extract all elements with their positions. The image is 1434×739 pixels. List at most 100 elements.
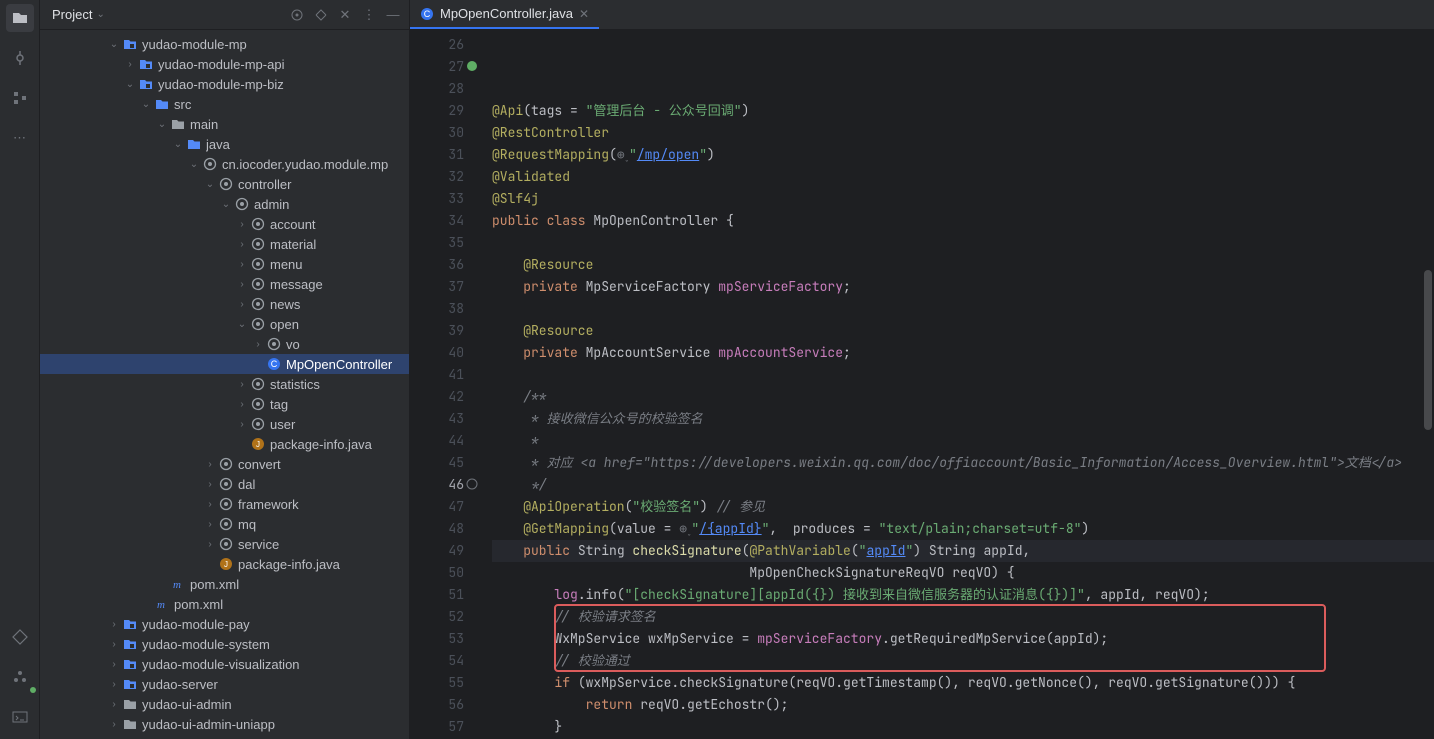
code-line[interactable]: WxMpService wxMpService = mpServiceFacto… (492, 628, 1434, 650)
code-line[interactable]: return reqVO.getEchostr(); (492, 694, 1434, 716)
code-line[interactable]: @RequestMapping(⊕˯"/mp/open") (492, 144, 1434, 166)
tree-item[interactable]: ⌄admin (40, 194, 409, 214)
tree-item[interactable]: CMpOpenController (40, 354, 409, 374)
code-line[interactable]: * (492, 430, 1434, 452)
code-line[interactable]: @Api(tags = "管理后台 - 公众号回调") (492, 100, 1434, 122)
tree-label: material (270, 237, 401, 252)
svg-text:J: J (224, 560, 228, 569)
collapse-icon[interactable]: ✕ (337, 7, 353, 23)
code-line[interactable]: */ (492, 474, 1434, 496)
tree-label: framework (238, 497, 401, 512)
code-line[interactable]: @ApiOperation("校验签名") // 参见 (492, 496, 1434, 518)
run-icon[interactable] (6, 623, 34, 651)
tree-item[interactable]: ›news (40, 294, 409, 314)
tree-label: main (190, 117, 401, 132)
terminal-icon[interactable] (6, 703, 34, 731)
code-line[interactable]: private MpAccountService mpAccountServic… (492, 342, 1434, 364)
tree-item[interactable]: ›yudao-module-pay (40, 614, 409, 634)
minimize-icon[interactable]: — (385, 7, 401, 23)
project-header: Project ⌄ ✕ ⋮ — (40, 0, 409, 30)
folder-icon (170, 116, 186, 132)
tree-item[interactable]: ›service (40, 534, 409, 554)
tree-item[interactable]: ›yudao-module-system (40, 634, 409, 654)
scrollbar[interactable] (1424, 270, 1432, 430)
code-content[interactable]: @Api(tags = "管理后台 - 公众号回调")@RestControll… (472, 30, 1434, 739)
code-line[interactable]: // 校验请求签名 (492, 606, 1434, 628)
tree-item[interactable]: Jpackage-info.java (40, 554, 409, 574)
tree-item[interactable]: ⌄open (40, 314, 409, 334)
tree-label: admin (254, 197, 401, 212)
services-icon[interactable] (6, 663, 34, 691)
code-line[interactable]: // 校验通过 (492, 650, 1434, 672)
tree-item[interactable]: ›yudao-ui-admin (40, 694, 409, 714)
commit-tool-icon[interactable] (6, 44, 34, 72)
tree-item[interactable]: ›statistics (40, 374, 409, 394)
tree-label: yudao-module-visualization (142, 657, 401, 672)
more-tool-icon[interactable]: ⋯ (6, 124, 34, 152)
code-line[interactable] (492, 232, 1434, 254)
tree-item[interactable]: mpom.xml (40, 574, 409, 594)
class-icon: C (420, 7, 434, 21)
tree-item[interactable]: ›yudao-module-mp-api (40, 54, 409, 74)
tree-item[interactable]: ›mq (40, 514, 409, 534)
code-line[interactable]: public class MpOpenController { (492, 210, 1434, 232)
tree-item[interactable]: ›message (40, 274, 409, 294)
svg-text:m: m (173, 579, 181, 591)
pkg-icon (250, 416, 266, 432)
code-line[interactable]: private MpServiceFactory mpServiceFactor… (492, 276, 1434, 298)
more-vert-icon[interactable]: ⋮ (361, 7, 377, 23)
tree-item[interactable]: ⌄java (40, 134, 409, 154)
tree-item[interactable]: ›tag (40, 394, 409, 414)
code-line[interactable]: /** (492, 386, 1434, 408)
tab-mpopencontroller[interactable]: C MpOpenController.java ✕ (410, 0, 599, 29)
tree-item[interactable]: ⌄main (40, 114, 409, 134)
expand-icon[interactable] (313, 7, 329, 23)
tree-item[interactable]: ›dal (40, 474, 409, 494)
tree-item[interactable]: ›convert (40, 454, 409, 474)
code-line[interactable]: @RestController (492, 122, 1434, 144)
code-line[interactable]: @Resource (492, 320, 1434, 342)
tree-item[interactable]: ⌄yudao-module-mp (40, 34, 409, 54)
project-title[interactable]: Project ⌄ (52, 7, 105, 22)
tree-item[interactable]: ⌄controller (40, 174, 409, 194)
tree-item[interactable]: ›account (40, 214, 409, 234)
tree-item[interactable]: ›user (40, 414, 409, 434)
code-line[interactable] (492, 298, 1434, 320)
tree-item[interactable]: ›vo (40, 334, 409, 354)
tree-item[interactable]: ›yudao-server (40, 674, 409, 694)
code-line[interactable]: log.info("[checkSignature][appId({}) 接收到… (492, 584, 1434, 606)
tree-item[interactable]: ⌄src (40, 94, 409, 114)
code-editor[interactable]: 2627282930313233343536373839404142434445… (410, 30, 1434, 739)
code-line[interactable]: MpOpenCheckSignatureReqVO reqVO) { (492, 562, 1434, 584)
close-icon[interactable]: ✕ (579, 7, 589, 21)
project-tool-icon[interactable] (6, 4, 34, 32)
tree-item[interactable]: ›framework (40, 494, 409, 514)
tree-item[interactable]: ⌄yudao-module-mp-biz (40, 74, 409, 94)
tree-label: package-info.java (270, 437, 401, 452)
code-line[interactable]: if (wxMpService.checkSignature(reqVO.get… (492, 672, 1434, 694)
code-line[interactable]: * 对应 <a href="https://developers.weixin.… (492, 452, 1434, 474)
tree-item[interactable]: ›yudao-module-visualization (40, 654, 409, 674)
tree-item[interactable]: ›yudao-ui-admin-uniapp (40, 714, 409, 734)
structure-tool-icon[interactable] (6, 84, 34, 112)
code-line[interactable]: @GetMapping(value = ⊕˯"/{appId}", produc… (492, 518, 1434, 540)
tree-item[interactable]: ›material (40, 234, 409, 254)
pkg-icon (234, 196, 250, 212)
tree-label: tag (270, 397, 401, 412)
code-line[interactable] (492, 364, 1434, 386)
project-tree[interactable]: ⌄yudao-module-mp›yudao-module-mp-api⌄yud… (40, 30, 409, 739)
code-line[interactable]: * 接收微信公众号的校验签名 (492, 408, 1434, 430)
code-line[interactable]: @Resource (492, 254, 1434, 276)
code-line[interactable]: } (492, 716, 1434, 738)
tree-item[interactable]: ›menu (40, 254, 409, 274)
tree-label: cn.iocoder.yudao.module.mp (222, 157, 401, 172)
code-line[interactable]: public String checkSignature(@PathVariab… (492, 540, 1434, 562)
tree-item[interactable]: ⌄cn.iocoder.yudao.module.mp (40, 154, 409, 174)
tree-label: account (270, 217, 401, 232)
code-line[interactable]: @Slf4j (492, 188, 1434, 210)
tree-item[interactable]: mpom.xml (40, 594, 409, 614)
select-opened-icon[interactable] (289, 7, 305, 23)
pkg-icon (250, 236, 266, 252)
code-line[interactable]: @Validated (492, 166, 1434, 188)
tree-item[interactable]: Jpackage-info.java (40, 434, 409, 454)
